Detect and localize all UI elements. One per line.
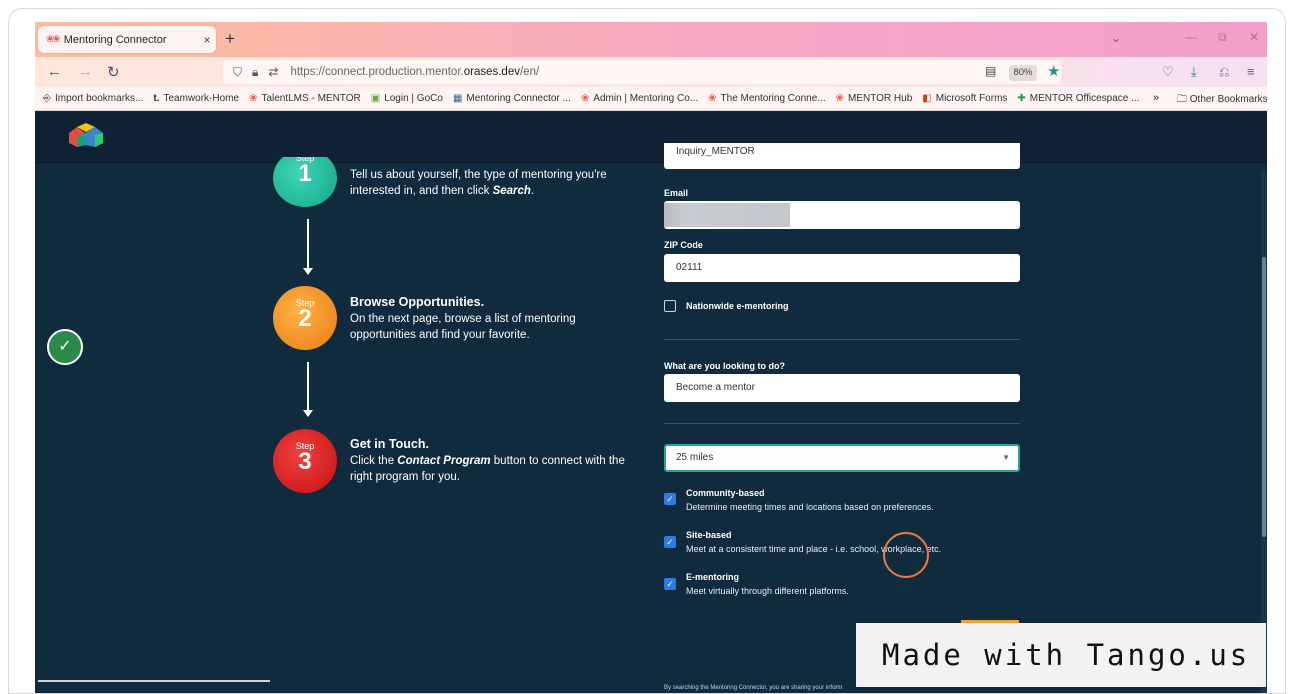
close-window-icon[interactable]: ✕ bbox=[1249, 30, 1259, 44]
bookmarks-bar: ⎆ Import bookmarks... t. Teamwork-Home ❀ Ta… bbox=[35, 87, 1267, 111]
browser-window: ❀❀ Mentoring Connector × + ⌄ — ⧉ ✕ ← → ↻… bbox=[35, 22, 1267, 693]
navigation-bar: ← → ↻ ⛉ 🔒︎ ⇄ https://connect.production.… bbox=[35, 57, 1267, 87]
pocket-icon[interactable]: ♡ bbox=[1162, 64, 1174, 80]
permissions-icon[interactable]: ⇄ bbox=[268, 65, 278, 79]
looking-label: What are you looking to do? bbox=[664, 361, 785, 371]
e-mentoring-label: E-mentoring bbox=[686, 572, 739, 582]
bookmark-item[interactable]: ❀ TalentLMS - MENTOR bbox=[249, 93, 361, 104]
scrollbar-thumb[interactable] bbox=[1262, 257, 1266, 537]
bookmark-item[interactable]: ❀ Admin | Mentoring Co... bbox=[581, 93, 698, 104]
new-tab-button[interactable]: + bbox=[225, 29, 235, 49]
step-3-description: Click the Contact Program button to conn… bbox=[350, 455, 625, 483]
step-2-heading: Browse Opportunities. bbox=[350, 295, 485, 309]
organization-input[interactable]: Inquiry_MENTOR bbox=[664, 143, 1020, 169]
step-arrow-icon bbox=[303, 219, 313, 275]
page-content: ✓ Step 1 Tell us about yourself, the typ… bbox=[35, 111, 1267, 693]
list-tabs-icon[interactable]: ⌄ bbox=[1111, 31, 1121, 45]
chevron-down-icon: ▼ bbox=[1002, 453, 1010, 462]
step-1-badge: Step 1 bbox=[273, 157, 337, 207]
other-bookmarks[interactable]: 🗀︎ Other Bookmarks bbox=[1177, 92, 1267, 109]
step-arrow-icon bbox=[303, 362, 313, 417]
extensions-icon[interactable]: ⎌ bbox=[1219, 64, 1229, 80]
reader-view-icon[interactable]: ▤ bbox=[985, 64, 996, 78]
tab-mentoring-connector[interactable]: ❀❀ Mentoring Connector × bbox=[38, 26, 216, 53]
nationwide-checkbox[interactable] bbox=[664, 300, 676, 312]
bookmark-item[interactable]: ▣ Login | GoCo bbox=[371, 93, 443, 104]
community-based-desc: Determine meeting times and locations ba… bbox=[686, 502, 934, 512]
officespace-icon: ✚ bbox=[1017, 93, 1026, 104]
downloads-icon[interactable]: ⤓ bbox=[1191, 64, 1197, 80]
bookmark-star-icon[interactable]: ★ bbox=[1047, 62, 1060, 80]
zoom-level[interactable]: 80% bbox=[1009, 65, 1037, 81]
click-indicator-icon bbox=[883, 532, 929, 578]
connector-icon: ▦ bbox=[452, 93, 463, 104]
distance-select[interactable]: 25 miles ▼ bbox=[664, 444, 1020, 472]
step-complete-check-icon: ✓ bbox=[47, 329, 83, 365]
looking-to-do-field[interactable]: Become a mentor bbox=[664, 374, 1020, 402]
e-mentoring-checkbox[interactable]: ✓ bbox=[664, 578, 676, 590]
mentor-icon: ❀ bbox=[580, 93, 590, 104]
back-icon[interactable]: ← bbox=[47, 63, 62, 80]
step-3-text: Get in Touch. Click the Contact Program … bbox=[350, 436, 640, 485]
address-bar[interactable]: ⛉ 🔒︎ ⇄ https://connect.production.mentor… bbox=[223, 60, 1061, 84]
divider bbox=[664, 339, 1020, 340]
disclaimer-text: By searching the Mentoring Connector, yo… bbox=[664, 685, 843, 691]
step-2-description: On the next page, browse a list of mento… bbox=[350, 313, 576, 341]
mentor-favicon-icon: ❀❀ bbox=[46, 34, 61, 45]
tab-title: Mentoring Connector bbox=[63, 33, 167, 46]
mentor-icon: ❀ bbox=[249, 93, 258, 104]
step-2-text: Browse Opportunities. On the next page, … bbox=[350, 294, 640, 343]
menu-icon[interactable]: ≡ bbox=[1247, 64, 1255, 79]
bookmark-item[interactable]: t. Teamwork-Home bbox=[153, 93, 239, 104]
nationwide-label: Nationwide e-mentoring bbox=[686, 301, 789, 311]
divider bbox=[664, 423, 1020, 424]
import-icon: ⎆ bbox=[43, 93, 51, 104]
email-label: Email bbox=[664, 188, 689, 198]
bookmark-item[interactable]: ⎆ Import bookmarks... bbox=[43, 93, 143, 104]
community-based-label: Community-based bbox=[686, 488, 765, 498]
bookmark-item[interactable]: ✚ MENTOR Officespace ... bbox=[1017, 93, 1139, 104]
lock-icon[interactable]: 🔒︎ bbox=[252, 65, 258, 80]
mentor-logo[interactable] bbox=[67, 123, 105, 149]
zip-code-field[interactable]: 02111 bbox=[664, 254, 1020, 282]
site-based-label: Site-based bbox=[686, 530, 732, 540]
site-header bbox=[35, 111, 1267, 163]
step-3-badge: Step 3 bbox=[273, 429, 337, 493]
bookmark-item[interactable]: ◧ Microsoft Forms bbox=[922, 93, 1007, 104]
divider bbox=[38, 680, 270, 682]
email-field[interactable] bbox=[664, 201, 1020, 229]
bookmark-item[interactable]: ❀ MENTOR Hub bbox=[836, 93, 913, 104]
url-text: https://connect.production.mentor.orases… bbox=[290, 66, 540, 78]
restore-icon[interactable]: ⧉ bbox=[1218, 30, 1227, 45]
mentor-icon: ❀ bbox=[835, 93, 844, 104]
reload-icon[interactable]: ↻ bbox=[107, 63, 120, 81]
teamwork-icon: t. bbox=[153, 93, 160, 104]
bookmark-item[interactable]: ❀ The Mentoring Conne... bbox=[708, 93, 825, 104]
step-3-heading: Get in Touch. bbox=[350, 437, 429, 451]
tango-watermark: Made with Tango.us bbox=[856, 623, 1266, 687]
step-2-badge: Step 2 bbox=[273, 286, 337, 350]
redacted-email bbox=[664, 203, 790, 227]
community-based-checkbox[interactable]: ✓ bbox=[664, 493, 676, 505]
bookmarks-overflow-icon[interactable]: » bbox=[1153, 92, 1159, 104]
forward-icon[interactable]: → bbox=[78, 63, 93, 80]
mentor-icon: ❀ bbox=[708, 93, 717, 104]
forms-icon: ◧ bbox=[922, 93, 932, 104]
screenshot-frame: ❀❀ Mentoring Connector × + ⌄ — ⧉ ✕ ← → ↻… bbox=[8, 8, 1286, 694]
bookmark-item[interactable]: ▦ Mentoring Connector ... bbox=[453, 93, 571, 104]
e-mentoring-desc: Meet virtually through different platfor… bbox=[686, 586, 849, 596]
zip-label: ZIP Code bbox=[664, 240, 703, 250]
goco-icon: ▣ bbox=[370, 93, 381, 104]
site-based-checkbox[interactable]: ✓ bbox=[664, 536, 676, 548]
tab-strip: ❀❀ Mentoring Connector × + ⌄ — ⧉ ✕ bbox=[35, 22, 1267, 57]
tab-close-icon[interactable]: × bbox=[198, 33, 216, 47]
step-1-text: Tell us about yourself, the type of ment… bbox=[350, 169, 607, 197]
minimize-icon[interactable]: — bbox=[1185, 30, 1197, 44]
shield-icon[interactable]: ⛉ bbox=[233, 65, 242, 80]
folder-icon: 🗀︎ bbox=[1177, 94, 1190, 105]
